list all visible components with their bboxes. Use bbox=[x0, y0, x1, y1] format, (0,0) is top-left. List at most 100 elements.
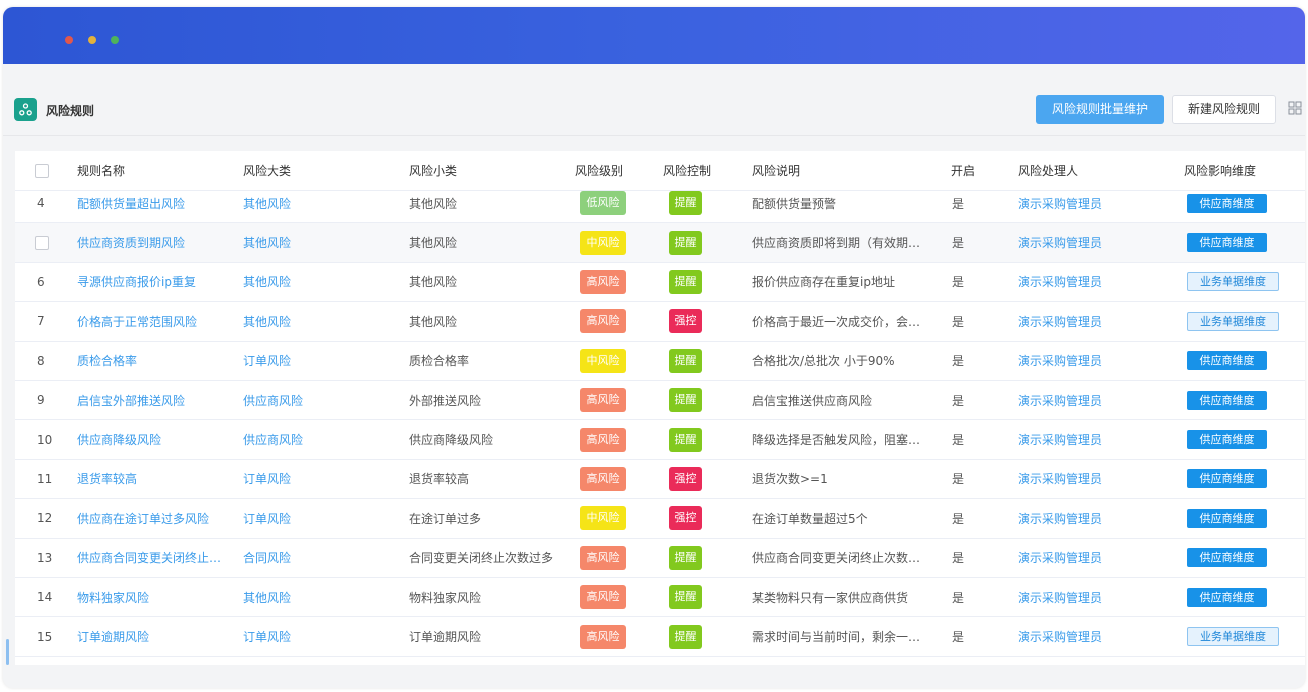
risk-category-link[interactable]: 其他风险 bbox=[243, 578, 291, 616]
risk-description: 供应商资质即将到期（有效期… bbox=[752, 236, 921, 251]
impact-dimension-tag: 业务单据维度 bbox=[1187, 272, 1279, 292]
risk-category-link[interactable]: 其他风险 bbox=[243, 223, 291, 261]
risk-owner-link[interactable]: 演示采购管理员 bbox=[1018, 381, 1102, 419]
app-window: 风险规则 风险规则批量维护 新建风险规则 规则名称 风险大类 风险小类 风险级别… bbox=[3, 7, 1305, 688]
table-row[interactable]: 7 价格高于正常范围风险 其他风险 其他风险 高风险 强控 价格高于最近一次成交价，会… 是 演… bbox=[15, 302, 1305, 342]
risk-control-tag: 提醒 bbox=[669, 388, 702, 413]
risk-subcategory: 订单逾期风险 bbox=[409, 630, 482, 645]
table-row[interactable]: 10 供应商降级风险 供应商风险 供应商降级风险 高风险 提醒 降级选择是否触发风险，阻塞…… bbox=[15, 420, 1305, 460]
risk-category-link[interactable]: 其他风险 bbox=[243, 263, 291, 301]
risk-category-link[interactable]: 订单风险 bbox=[243, 617, 291, 655]
rule-name-link[interactable]: 订单逾期风险 bbox=[77, 617, 149, 655]
batch-maintain-button[interactable]: 风险规则批量维护 bbox=[1036, 95, 1164, 124]
risk-control-tag: 提醒 bbox=[669, 545, 702, 570]
risk-owner-link[interactable]: 演示采购管理员 bbox=[1018, 342, 1102, 380]
risk-owner-link[interactable]: 演示采购管理员 bbox=[1018, 263, 1102, 301]
impact-dimension-cell: 供应商维度 bbox=[1187, 342, 1267, 380]
risk-control-tag: 提醒 bbox=[669, 585, 702, 610]
header-rule-name[interactable]: 规则名称 bbox=[77, 151, 125, 190]
risk-category-link[interactable]: 其他风险 bbox=[243, 302, 291, 340]
risk-owner-link[interactable]: 演示采购管理员 bbox=[1018, 617, 1102, 655]
risk-category-link[interactable]: 合同风险 bbox=[243, 539, 291, 577]
risk-level-cell: 高风险 bbox=[580, 381, 626, 419]
rule-name-link[interactable]: 寻源供应商报价ip重复 bbox=[77, 263, 196, 301]
risk-description: 降级选择是否触发风险，阻塞… bbox=[752, 433, 921, 448]
header-risk-category[interactable]: 风险大类 bbox=[243, 151, 291, 190]
header-risk-level[interactable]: 风险级别 bbox=[575, 151, 623, 190]
impact-dimension-cell: 供应商维度 bbox=[1187, 460, 1267, 498]
risk-category-link[interactable]: 订单风险 bbox=[243, 499, 291, 537]
table-row[interactable]: 13 供应商合同变更关闭终止… 合同风险 合同变更关闭终止次数过多 高风险 提醒 供应商合同… bbox=[15, 539, 1305, 578]
rule-name-link[interactable]: 退货率较高 bbox=[77, 460, 137, 498]
risk-control-tag: 提醒 bbox=[669, 348, 702, 373]
table-row[interactable]: 供应商资质到期风险 其他风险 其他风险 中风险 提醒 供应商资质即将到期（有效期… 是 演示采… bbox=[15, 223, 1305, 263]
risk-category-link[interactable]: 供应商风险 bbox=[243, 420, 303, 458]
table-row[interactable]: 14 物料独家风险 其他风险 物料独家风险 高风险 提醒 某类物料只有一家供应商供货 是 演示采… bbox=[15, 578, 1305, 618]
risk-control-tag: 强控 bbox=[669, 309, 702, 334]
maximize-window-dot[interactable] bbox=[111, 36, 119, 44]
risk-owner-link[interactable]: 演示采购管理员 bbox=[1018, 302, 1102, 340]
rule-name-link[interactable]: 供应商在途订单过多风险 bbox=[77, 499, 209, 537]
impact-dimension-tag: 供应商维度 bbox=[1187, 351, 1267, 371]
rule-name-link[interactable]: 供应商合同变更关闭终止… bbox=[77, 539, 221, 577]
risk-level-cell: 中风险 bbox=[580, 223, 626, 261]
risk-subcategory: 退货率较高 bbox=[409, 472, 470, 487]
table-row[interactable]: 9 启信宝外部推送风险 供应商风险 外部推送风险 高风险 提醒 启信宝推送供应商风险 是 演示采… bbox=[15, 381, 1305, 421]
row-checkbox[interactable] bbox=[35, 235, 49, 250]
risk-control-tag: 强控 bbox=[669, 466, 702, 491]
row-index: 12 bbox=[37, 511, 53, 526]
risk-owner-link[interactable]: 演示采购管理员 bbox=[1018, 223, 1102, 261]
table-row[interactable]: 6 寻源供应商报价ip重复 其他风险 其他风险 高风险 提醒 报价供应商存在重复ip地址 是 演… bbox=[15, 263, 1305, 303]
select-all-checkbox[interactable] bbox=[35, 163, 49, 178]
risk-owner-link[interactable]: 演示采购管理员 bbox=[1018, 578, 1102, 616]
risk-category-link[interactable]: 订单风险 bbox=[243, 342, 291, 380]
table-row[interactable]: 12 供应商在途订单过多风险 订单风险 在途订单过多 中风险 强控 在途订单数量超过5个 是 演… bbox=[15, 499, 1305, 539]
impact-dimension-tag: 供应商维度 bbox=[1187, 508, 1267, 528]
risk-category-link[interactable]: 订单风险 bbox=[243, 460, 291, 498]
minimize-window-dot[interactable] bbox=[88, 36, 96, 44]
header-impact-dimension[interactable]: 风险影响维度 bbox=[1184, 151, 1256, 190]
row-index: 11 bbox=[37, 471, 53, 486]
header-enabled[interactable]: 开启 bbox=[951, 151, 975, 190]
enabled-value: 是 bbox=[952, 590, 965, 605]
layout-grid-icon[interactable] bbox=[1288, 101, 1302, 115]
risk-level-tag: 高风险 bbox=[580, 388, 626, 413]
header-risk-owner[interactable]: 风险处理人 bbox=[1018, 151, 1078, 190]
risk-control-cell: 提醒 bbox=[669, 223, 702, 261]
table-row[interactable]: 8 质检合格率 订单风险 质检合格率 中风险 提醒 合格批次/总批次 小于90% 是 演示采购管… bbox=[15, 342, 1305, 381]
rule-name-link[interactable]: 物料独家风险 bbox=[77, 578, 149, 616]
header-risk-description[interactable]: 风险说明 bbox=[752, 151, 800, 190]
risk-level-cell: 中风险 bbox=[580, 342, 626, 380]
header-risk-subcategory[interactable]: 风险小类 bbox=[409, 151, 457, 190]
new-rule-button[interactable]: 新建风险规则 bbox=[1172, 95, 1276, 124]
rule-name-link[interactable]: 启信宝外部推送风险 bbox=[77, 381, 185, 419]
row-index: 7 bbox=[37, 314, 45, 329]
risk-category-link[interactable]: 供应商风险 bbox=[243, 381, 303, 419]
vertical-scrollbar[interactable] bbox=[6, 639, 9, 665]
table-header: 规则名称 风险大类 风险小类 风险级别 风险控制 风险说明 开启 风险处理人 风… bbox=[15, 151, 1305, 191]
rule-name-link[interactable]: 价格高于正常范围风险 bbox=[77, 302, 197, 340]
risk-control-tag: 提醒 bbox=[669, 427, 702, 452]
impact-dimension-cell: 业务单据维度 bbox=[1187, 302, 1279, 340]
risk-owner-link[interactable]: 演示采购管理员 bbox=[1018, 460, 1102, 498]
header-risk-control[interactable]: 风险控制 bbox=[663, 151, 711, 190]
risk-owner-link[interactable]: 演示采购管理员 bbox=[1018, 499, 1102, 537]
row-index: 15 bbox=[37, 629, 53, 644]
row-index: 8 bbox=[37, 353, 45, 368]
rule-name-link[interactable]: 供应商降级风险 bbox=[77, 420, 161, 458]
rule-name-link[interactable]: 供应商资质到期风险 bbox=[77, 223, 185, 261]
row-index: 6 bbox=[37, 274, 45, 289]
risk-owner-link[interactable]: 演示采购管理员 bbox=[1018, 420, 1102, 458]
close-window-dot[interactable] bbox=[65, 36, 73, 44]
enabled-value: 是 bbox=[952, 354, 965, 369]
risk-control-tag: 提醒 bbox=[669, 269, 702, 294]
risk-owner-link[interactable]: 演示采购管理员 bbox=[1018, 539, 1102, 577]
table-row[interactable]: 11 退货率较高 订单风险 退货率较高 高风险 强控 退货次数>=1 是 演示采购管理员 供应商维… bbox=[15, 460, 1305, 500]
risk-control-tag: 提醒 bbox=[669, 230, 702, 255]
enabled-value: 是 bbox=[952, 472, 965, 487]
table-row[interactable]: 15 订单逾期风险 订单风险 订单逾期风险 高风险 提醒 需求时间与当前时间，剩余一… 是 演示… bbox=[15, 617, 1305, 657]
risk-subcategory: 供应商降级风险 bbox=[409, 433, 494, 448]
risk-description: 某类物料只有一家供应商供货 bbox=[752, 590, 909, 605]
risk-control-cell: 提醒 bbox=[669, 539, 702, 577]
rule-name-link[interactable]: 质检合格率 bbox=[77, 342, 137, 380]
